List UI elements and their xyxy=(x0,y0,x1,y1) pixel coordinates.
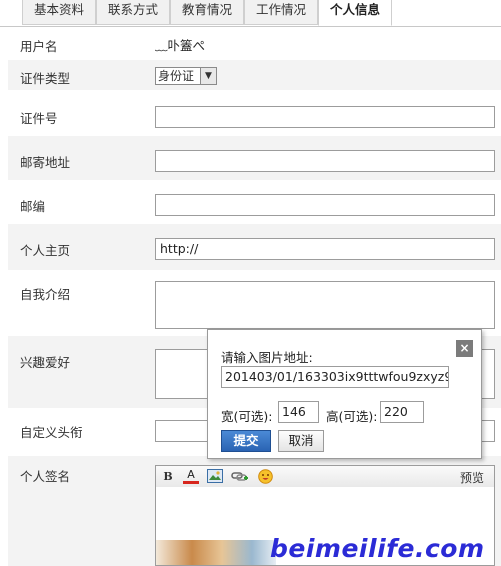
mail-address-input[interactable] xyxy=(155,150,495,172)
row-username: 用户名 ﹏卟篕ぺ xyxy=(8,30,501,60)
hobbies-label: 兴趣爱好 xyxy=(20,355,71,370)
row-intro: 自我介绍 xyxy=(8,270,501,336)
id-type-selected: 身份证 xyxy=(158,69,195,83)
username-label: 用户名 xyxy=(20,39,58,54)
row-id-number: 证件号 xyxy=(8,92,501,136)
tab-contact[interactable]: 联系方式 xyxy=(96,0,170,25)
intro-textarea[interactable] xyxy=(155,281,495,329)
inserted-image-thumbnail xyxy=(156,540,276,565)
profile-tabs: 基本资料 联系方式 教育情况 工作情况 个人信息 xyxy=(0,0,501,27)
id-type-label: 证件类型 xyxy=(20,71,71,86)
username-value: ﹏卟篕ぺ xyxy=(155,38,206,53)
custom-title-label: 自定义头衔 xyxy=(20,425,83,440)
homepage-label: 个人主页 xyxy=(20,243,71,258)
id-type-select[interactable]: 身份证 ▼ xyxy=(155,67,217,85)
row-homepage: 个人主页 http:// xyxy=(8,224,501,270)
id-number-label: 证件号 xyxy=(20,111,58,126)
tab-work[interactable]: 工作情况 xyxy=(244,0,318,25)
width-input[interactable]: 146 xyxy=(278,401,319,423)
row-postcode: 邮编 xyxy=(8,180,501,224)
height-input[interactable]: 220 xyxy=(380,401,424,423)
height-label: 高(可选): xyxy=(326,409,378,424)
width-label: 宽(可选): xyxy=(221,409,273,424)
insert-image-dialog: 请输入图片地址: × 201403/01/163303ix9tttwfou9zx… xyxy=(207,329,482,459)
emoji-icon[interactable] xyxy=(257,469,273,485)
row-id-type: 证件类型 身份证 ▼ xyxy=(8,60,501,90)
image-url-input[interactable]: 201403/01/163303ix9tttwfou9zxyz9.jpg xyxy=(221,366,449,388)
postcode-label: 邮编 xyxy=(20,199,46,214)
font-color-icon[interactable]: A xyxy=(183,469,199,484)
postcode-input[interactable] xyxy=(155,194,495,216)
image-icon[interactable] xyxy=(207,469,223,485)
tab-personal-info[interactable]: 个人信息 xyxy=(318,0,392,26)
chevron-down-icon: ▼ xyxy=(200,68,216,84)
signature-label: 个人签名 xyxy=(20,469,71,484)
image-url-prompt: 请输入图片地址: xyxy=(221,350,313,365)
row-mail-address: 邮寄地址 xyxy=(8,136,501,180)
cancel-button[interactable]: 取消 xyxy=(278,430,324,452)
preview-button[interactable]: 预览 xyxy=(460,469,484,486)
signature-editor-toolbar: B A 预览 xyxy=(155,465,495,488)
homepage-input[interactable]: http:// xyxy=(155,238,495,260)
submit-button[interactable]: 提交 xyxy=(221,430,271,452)
mail-address-label: 邮寄地址 xyxy=(20,155,71,170)
bold-icon[interactable]: B xyxy=(160,469,176,485)
tab-basic-info[interactable]: 基本资料 xyxy=(22,0,96,25)
site-watermark: beimeilife.com xyxy=(270,534,485,563)
insert-link-icon[interactable] xyxy=(231,469,248,485)
tab-education[interactable]: 教育情况 xyxy=(170,0,244,25)
close-icon[interactable]: × xyxy=(456,340,473,357)
intro-label: 自我介绍 xyxy=(20,287,71,302)
id-number-input[interactable] xyxy=(155,106,495,128)
